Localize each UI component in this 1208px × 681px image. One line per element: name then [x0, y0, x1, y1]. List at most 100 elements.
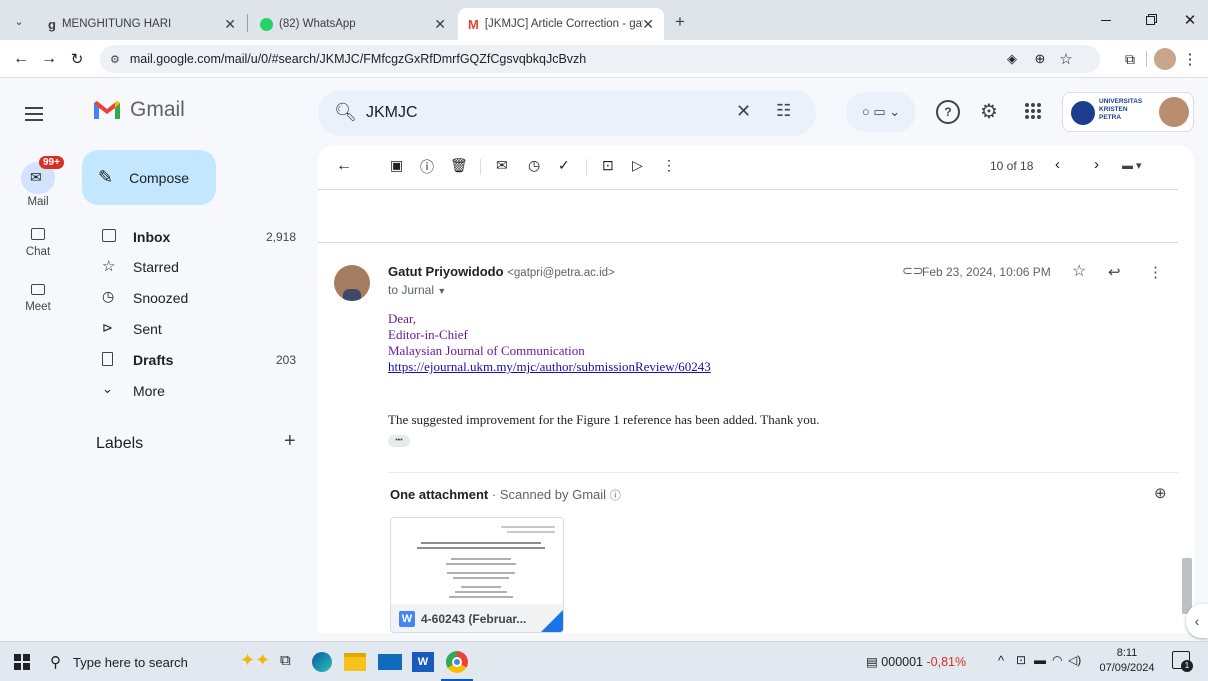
rail-meet[interactable]: Meet [0, 284, 76, 313]
rail-mail[interactable]: ✉ 99+ Mail [0, 156, 76, 208]
mail-app-icon[interactable] [378, 654, 402, 670]
add-label-button[interactable]: + [284, 430, 296, 453]
status-button[interactable]: ○ ▭ ⌄ [846, 92, 916, 132]
gmail-m-icon [94, 101, 120, 119]
input-tools-icon[interactable]: ▬ ▾ [1122, 159, 1142, 172]
new-tab-button[interactable]: + [670, 12, 690, 32]
sender-avatar[interactable] [334, 265, 370, 301]
pager-text: 10 of 18 [990, 159, 1034, 173]
nav-item-snoozed[interactable]: ◷ Snoozed [82, 283, 302, 313]
address-bar[interactable]: ⚙ mail.google.com/mail/u/0/#search/JKMJC… [100, 45, 1100, 73]
search-input[interactable]: JKMJC [366, 104, 418, 122]
reply-icon[interactable]: ↩ [1108, 263, 1121, 281]
chrome-icon[interactable] [446, 651, 468, 673]
gmail-logo[interactable]: Gmail [92, 98, 185, 122]
delete-icon[interactable]: 🗑︎ [450, 157, 468, 174]
toolbar-divider [586, 159, 587, 175]
word-app-icon[interactable]: W [412, 652, 434, 672]
settings-gear-icon[interactable]: ⚙ [976, 98, 1002, 124]
rail-chat[interactable]: Chat [0, 228, 76, 258]
close-icon[interactable]: ✕ [642, 16, 654, 33]
recipient-details[interactable]: to Jurnal ▼ [388, 283, 446, 297]
browser-menu-icon[interactable]: ⋮ [1180, 49, 1200, 69]
zoom-icon[interactable]: ⊕ [1030, 49, 1050, 69]
nav-item-sent[interactable]: ⊳ Sent [82, 314, 302, 344]
search-bar[interactable]: 🔍︎ JKMJC ✕ ☷ [318, 90, 816, 136]
file-explorer-icon[interactable] [344, 653, 366, 671]
star-message-icon[interactable]: ☆ [1072, 261, 1086, 281]
scrollbar-thumb[interactable] [1182, 558, 1192, 614]
account-avatar[interactable] [1159, 97, 1189, 127]
edge-icon[interactable] [312, 652, 332, 672]
close-window-icon[interactable]: ✕ [1176, 10, 1204, 30]
attachment-thumbnail [391, 518, 563, 602]
attachment-card[interactable]: W 4-60243 (Februar... [390, 517, 564, 633]
sender-name[interactable]: Gatut Priyowidodo [388, 264, 504, 279]
browser-tab-active[interactable]: M [JKMJC] Article Correction - gat ✕ [458, 8, 664, 40]
minimize-icon[interactable] [1092, 10, 1120, 30]
taskbar-search[interactable]: ⚲ Type here to search [44, 642, 230, 681]
site-info-icon[interactable]: ⚙ [110, 53, 120, 66]
battery-icon[interactable]: ▬ [1034, 653, 1046, 667]
gmail-icon: M [468, 16, 479, 32]
wifi-icon[interactable]: ◠ [1052, 653, 1062, 667]
clock-icon: ◷ [102, 288, 115, 304]
task-view-icon[interactable]: ⧉ [280, 652, 291, 669]
add-to-drive-icon[interactable]: ⊕ [1154, 484, 1167, 502]
back-icon[interactable]: ← [12, 50, 30, 68]
close-icon[interactable]: ✕ [434, 16, 446, 33]
mail-icon: ✉ [30, 169, 42, 185]
help-icon[interactable]: ? [936, 100, 960, 124]
label-icon[interactable]: ▷ [632, 157, 643, 174]
nav-item-inbox[interactable]: Inbox 2,918 [82, 222, 302, 252]
more-message-options-icon[interactable]: ⋮ [1148, 263, 1163, 281]
notification-count: 1 [1181, 660, 1193, 672]
clear-search-icon[interactable]: ✕ [736, 101, 751, 122]
show-trimmed-button[interactable]: ••• [388, 435, 410, 447]
restore-icon[interactable] [1136, 10, 1164, 30]
tray-chevron-icon[interactable]: ^ [998, 653, 1004, 668]
reload-icon[interactable]: ↻ [68, 50, 86, 68]
nav-item-more[interactable]: ⌄ More [82, 376, 302, 406]
windows-start-icon[interactable] [14, 654, 30, 670]
browser-tab[interactable]: ɡ MENGHITUNG HARI ✕ [38, 8, 246, 40]
stock-widget[interactable]: ▤ 000001 -0,81% [866, 654, 966, 669]
side-panel-toggle[interactable]: ‹ [1186, 604, 1208, 638]
add-task-icon[interactable]: ✓ [558, 157, 570, 174]
newer-icon[interactable]: › [1094, 156, 1099, 173]
back-to-list-icon[interactable]: ← [336, 157, 352, 175]
tray-device-icon[interactable]: ⊡ [1016, 653, 1026, 667]
rail-chat-label: Chat [25, 246, 51, 258]
divider [318, 189, 1178, 190]
eye-icon[interactable]: ◈ [1002, 49, 1022, 69]
nav-item-drafts[interactable]: Drafts 203 [82, 345, 302, 375]
notifications-icon[interactable]: 1 [1172, 651, 1193, 672]
compose-button[interactable]: ✎ Compose [82, 150, 216, 205]
tab-search-button[interactable]: ⌄ [8, 10, 30, 32]
search-icon[interactable]: 🔍︎ [334, 102, 357, 123]
forward-icon[interactable]: → [40, 50, 58, 68]
more-vert-icon[interactable]: ⋮ [662, 157, 676, 174]
browser-tab[interactable]: (82) WhatsApp ✕ [250, 8, 456, 40]
mark-unread-icon[interactable]: ✉ [496, 157, 508, 174]
volume-icon[interactable]: ◁) [1068, 653, 1081, 667]
report-spam-icon[interactable]: ⓘ [420, 157, 434, 177]
apps-grid-icon[interactable] [1020, 98, 1046, 124]
submission-link[interactable]: https://ejournal.ukm.my/mjc/author/submi… [388, 359, 711, 375]
nav-item-starred[interactable]: ☆ Starred [82, 252, 302, 282]
extensions-icon[interactable]: ⧉ [1120, 49, 1140, 69]
move-to-icon[interactable]: ⊡ [602, 157, 614, 174]
archive-icon[interactable]: ▣ [390, 157, 403, 174]
snooze-icon[interactable]: ◷ [528, 157, 540, 174]
account-switcher[interactable]: UNIVERSITAS KRISTEN PETRA [1062, 92, 1194, 132]
nav-count: 2,918 [265, 230, 296, 244]
profile-avatar[interactable] [1154, 48, 1176, 70]
close-icon[interactable]: ✕ [224, 16, 236, 33]
older-icon[interactable]: ‹ [1055, 156, 1060, 173]
bookmark-star-icon[interactable]: ☆ [1056, 49, 1076, 69]
sparkle-icon[interactable]: ✦✦ [240, 650, 270, 671]
info-icon[interactable]: ⓘ [610, 490, 621, 502]
main-menu-icon[interactable] [22, 102, 46, 126]
clock[interactable]: 8:11 07/09/2024 [1096, 646, 1158, 676]
search-options-icon[interactable]: ☷ [776, 101, 791, 121]
